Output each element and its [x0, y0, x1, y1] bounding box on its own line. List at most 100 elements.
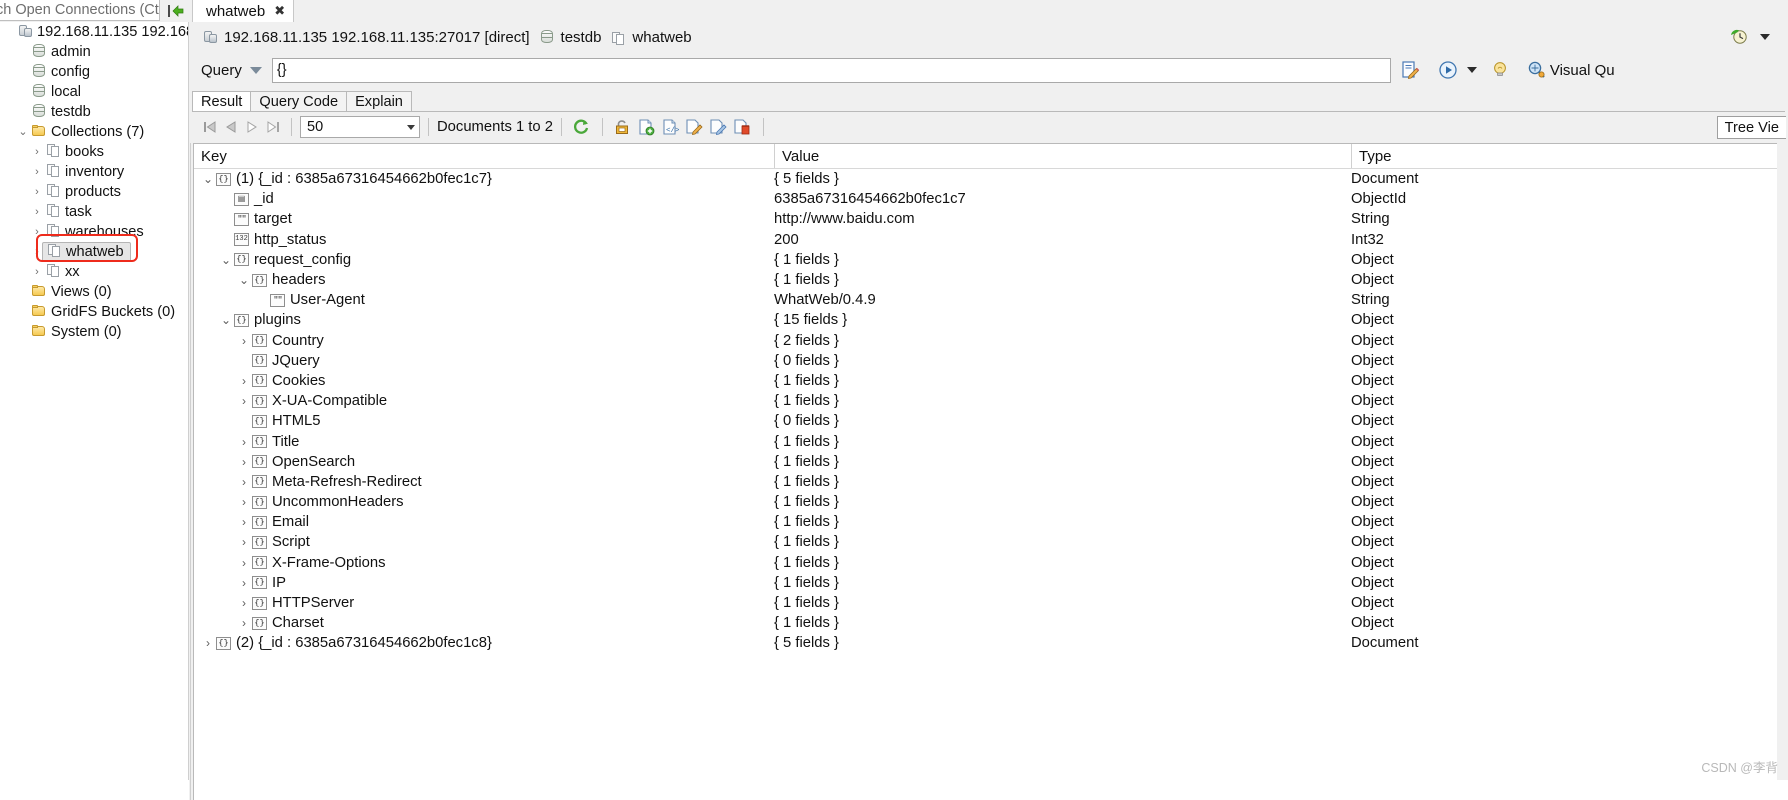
- collapse-caret-icon[interactable]: ›: [236, 455, 252, 469]
- collapse-caret-icon[interactable]: ›: [30, 142, 44, 162]
- grid-cell-key[interactable]: "" User-Agent: [194, 290, 365, 310]
- table-row[interactable]: ›{} IP { 1 fields } Object: [194, 573, 1777, 593]
- sidebar-item-body[interactable]: local: [30, 82, 81, 102]
- grid-cell-key[interactable]: ›{} Country: [194, 331, 324, 351]
- sidebar-item-collections-7[interactable]: ⌄ Collections (7): [0, 122, 188, 142]
- add-document-icon[interactable]: [635, 117, 657, 137]
- table-row[interactable]: {} JQuery { 0 fields } Object: [194, 351, 1777, 371]
- grid-cell-value[interactable]: WhatWeb/0.4.9: [774, 290, 876, 310]
- table-row[interactable]: ›{} (2) {_id : 6385a67316454662b0fec1c8} {…: [194, 633, 1777, 653]
- table-row[interactable]: {} HTML5 { 0 fields } Object: [194, 411, 1777, 431]
- table-row[interactable]: "" User-Agent WhatWeb/0.4.9 String: [194, 290, 1777, 310]
- sidebar-item-body[interactable]: Views (0): [30, 282, 112, 302]
- sidebar-item-body[interactable]: books: [44, 142, 104, 162]
- grid-cell-value[interactable]: { 1 fields }: [774, 593, 839, 613]
- table-row[interactable]: ⌄{} plugins { 15 fields } Object: [194, 310, 1777, 330]
- collapse-caret-icon[interactable]: ›: [236, 334, 252, 348]
- grid-cell-key[interactable]: {} HTML5: [194, 411, 321, 431]
- sidebar-item-whatweb[interactable]: › whatweb: [0, 242, 188, 262]
- grid-cell-key[interactable]: ›{} Title: [194, 431, 299, 451]
- collapse-caret-icon[interactable]: ›: [236, 374, 252, 388]
- column-header-type[interactable]: Type: [1351, 144, 1777, 168]
- expand-caret-icon[interactable]: ⌄: [236, 273, 252, 287]
- sidebar-item-inventory[interactable]: › inventory: [0, 162, 188, 182]
- grid-cell-key[interactable]: ›{} OpenSearch: [194, 452, 355, 472]
- tab-query-code[interactable]: Query Code: [250, 91, 348, 112]
- table-row[interactable]: ▤ _id 6385a67316454662b0fec1c7 ObjectId: [194, 189, 1777, 209]
- collapse-caret-icon[interactable]: ›: [236, 394, 252, 408]
- sidebar-item-gridfs-buckets-0[interactable]: GridFS Buckets (0): [0, 302, 188, 322]
- delete-document-icon[interactable]: [731, 117, 753, 137]
- page-size-select[interactable]: 50: [300, 116, 420, 138]
- tab-whatweb[interactable]: whatweb ✖: [192, 0, 295, 22]
- collapse-caret-icon[interactable]: ›: [30, 222, 44, 242]
- grid-cell-key[interactable]: ›{} Charset: [194, 613, 324, 633]
- next-page-icon[interactable]: [241, 117, 262, 137]
- sidebar-item-system-0[interactable]: System (0): [0, 322, 188, 342]
- grid-cell-value[interactable]: { 0 fields }: [774, 351, 839, 371]
- collapse-caret-icon[interactable]: ›: [236, 495, 252, 509]
- grid-cell-key[interactable]: ▤ _id: [194, 189, 274, 209]
- sidebar-item-testdb[interactable]: testdb: [0, 102, 188, 122]
- collapse-caret-icon[interactable]: ›: [236, 515, 252, 529]
- sidebar-item-body[interactable]: 192.168.11.135 192.168.11.1: [16, 22, 188, 42]
- sidebar-item-views-0[interactable]: Views (0): [0, 282, 188, 302]
- collapse-caret-icon[interactable]: ›: [236, 475, 252, 489]
- collapse-caret-icon[interactable]: ›: [236, 556, 252, 570]
- grid-cell-key[interactable]: ⌄{} headers: [194, 270, 326, 290]
- expand-caret-icon[interactable]: ⌄: [16, 122, 30, 142]
- grid-cell-value[interactable]: { 1 fields }: [774, 613, 839, 633]
- sidebar-item-xx[interactable]: › xx: [0, 262, 188, 282]
- grid-cell-value[interactable]: { 1 fields }: [774, 492, 839, 512]
- table-row[interactable]: ›{} Meta-Refresh-Redirect { 1 fields } Obje…: [194, 472, 1777, 492]
- grid-cell-key[interactable]: ›{} X-Frame-Options: [194, 553, 385, 573]
- grid-cell-value[interactable]: { 1 fields }: [774, 573, 839, 593]
- grid-cell-key[interactable]: ›{} HTTPServer: [194, 593, 354, 613]
- run-options-caret-icon[interactable]: [1466, 67, 1477, 73]
- expand-caret-icon[interactable]: ⌄: [218, 313, 234, 327]
- result-grid[interactable]: Key Value Type ⌄{} (1) {_id : 6385a673164…: [193, 143, 1777, 800]
- tab-result[interactable]: Result: [192, 91, 252, 112]
- tab-explain[interactable]: Explain: [346, 91, 412, 112]
- sidebar-item-body[interactable]: testdb: [30, 102, 91, 122]
- sidebar-item-body[interactable]: admin: [30, 42, 91, 62]
- clone-document-icon[interactable]: [707, 117, 729, 137]
- grid-cell-key[interactable]: ⌄{} plugins: [194, 310, 301, 330]
- sidebar-item-body[interactable]: warehouses: [44, 222, 144, 242]
- query-dropdown-caret-icon[interactable]: [249, 66, 262, 74]
- sidebar-item-task[interactable]: › task: [0, 202, 188, 222]
- table-row[interactable]: ›{} X-Frame-Options { 1 fields } Object: [194, 553, 1777, 573]
- tree-view-toggle[interactable]: Tree Vie: [1716, 116, 1786, 139]
- grid-cell-key[interactable]: "" target: [194, 209, 292, 229]
- grid-cell-key[interactable]: ›{} X-UA-Compatible: [194, 391, 387, 411]
- table-row[interactable]: 132 http_status 200 Int32: [194, 230, 1777, 250]
- grid-cell-value[interactable]: { 15 fields }: [774, 310, 847, 330]
- connection-tree-panel[interactable]: 192.168.11.135 192.168.11.1 admin config…: [0, 22, 189, 780]
- grid-cell-value[interactable]: { 2 fields }: [774, 331, 839, 351]
- table-row[interactable]: ›{} HTTPServer { 1 fields } Object: [194, 593, 1777, 613]
- table-row[interactable]: ›{} Country { 2 fields } Object: [194, 331, 1777, 351]
- grid-cell-value[interactable]: { 1 fields }: [774, 512, 839, 532]
- close-icon[interactable]: ✖: [274, 3, 285, 19]
- collapse-caret-icon[interactable]: ›: [30, 182, 44, 202]
- expand-caret-icon[interactable]: ⌄: [218, 253, 234, 267]
- grid-cell-value[interactable]: { 1 fields }: [774, 452, 839, 472]
- sidebar-item-body[interactable]: Collections (7): [30, 122, 144, 142]
- edit-query-icon[interactable]: [1397, 58, 1423, 82]
- sidebar-item-body[interactable]: System (0): [30, 322, 122, 342]
- grid-cell-key[interactable]: ›{} IP: [194, 573, 286, 593]
- grid-cell-value[interactable]: { 1 fields }: [774, 391, 839, 411]
- table-row[interactable]: ⌄{} headers { 1 fields } Object: [194, 270, 1777, 290]
- sidebar-item-body[interactable]: task: [44, 202, 92, 222]
- grid-cell-key[interactable]: ›{} (2) {_id : 6385a67316454662b0fec1c8}: [194, 633, 492, 653]
- sidebar-item-admin[interactable]: admin: [0, 42, 188, 62]
- grid-cell-value[interactable]: { 1 fields }: [774, 371, 839, 391]
- collapse-caret-icon[interactable]: ›: [236, 616, 252, 630]
- last-page-icon[interactable]: [262, 117, 283, 137]
- query-history-caret-icon[interactable]: [1760, 34, 1770, 40]
- collapse-caret-icon[interactable]: ›: [236, 535, 252, 549]
- grid-cell-key[interactable]: ⌄{} (1) {_id : 6385a67316454662b0fec1c7}: [194, 169, 492, 189]
- query-input[interactable]: [271, 57, 1391, 83]
- grid-cell-key[interactable]: ⌄{} request_config: [194, 250, 351, 270]
- table-row[interactable]: ⌄{} request_config { 1 fields } Object: [194, 250, 1777, 270]
